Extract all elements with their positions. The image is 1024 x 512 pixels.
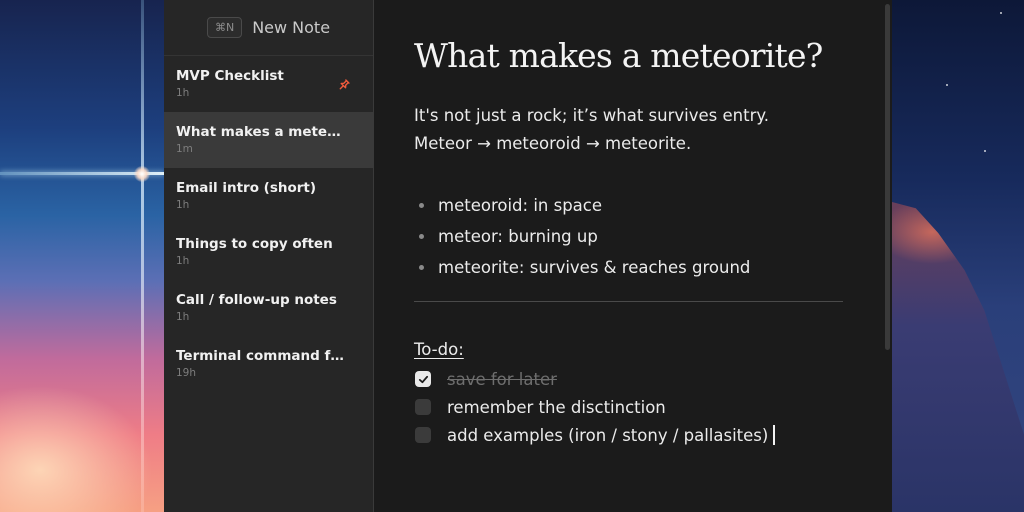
todo-checkbox[interactable]: [415, 371, 431, 388]
horizontal-divider: [414, 301, 843, 303]
note-list-item[interactable]: What makes a meteorite? 1m: [164, 112, 373, 168]
note-editor[interactable]: What makes a meteorite? It's not just a …: [374, 0, 892, 512]
editor-scrollbar[interactable]: [885, 4, 890, 350]
note-list-item-title: Things to copy often: [176, 236, 333, 252]
notes-app-window: ⌘N New Note MVP Checklist 1h What makes a …: [164, 0, 892, 512]
note-list-item-title: Call / follow-up notes: [176, 292, 337, 308]
wallpaper-mountain: [892, 202, 1024, 512]
pin-icon[interactable]: [337, 78, 351, 92]
todo-item: remember the disctinction: [414, 393, 852, 421]
todo-text[interactable]: save for later: [447, 370, 557, 389]
desktop-wallpaper-left: [0, 0, 165, 512]
bullet-item[interactable]: meteorite: survives & reaches ground: [414, 252, 852, 283]
note-list-item-title: Email intro (short): [176, 180, 317, 196]
todo-list: save for later remember the disctinction a…: [414, 365, 852, 449]
note-list-item-time: 1h: [176, 199, 190, 211]
note-list: MVP Checklist 1h What makes a meteorite? 1m…: [164, 56, 373, 392]
wallpaper-light-beam-vertical: [141, 0, 144, 512]
wallpaper-glow: [134, 166, 150, 182]
note-list-item-time: 1h: [176, 255, 190, 267]
text-cursor: [773, 425, 776, 446]
todo-item: save for later: [414, 365, 852, 393]
bullet-text: meteor: burning up: [438, 227, 598, 247]
todo-item: add examples (iron / stony / pallasites): [414, 421, 852, 449]
bullet-dot-icon: [419, 265, 424, 271]
note-list-item-time: 19h: [176, 367, 197, 379]
new-note-shortcut-badge: ⌘N: [206, 17, 243, 38]
wallpaper-star: [1000, 12, 1002, 14]
todo-checkbox[interactable]: [415, 399, 431, 416]
note-list-item[interactable]: Things to copy often 1h: [164, 224, 373, 280]
note-list-item[interactable]: Call / follow-up notes 1h: [164, 280, 373, 336]
new-note-button[interactable]: ⌘N New Note: [164, 0, 373, 56]
bullet-text: meteoroid: in space: [438, 196, 603, 216]
wallpaper-star: [946, 84, 948, 86]
note-title[interactable]: What makes a meteorite?: [414, 37, 852, 74]
bullet-dot-icon: [419, 203, 424, 209]
bullet-item[interactable]: meteoroid: in space: [414, 190, 852, 221]
todo-heading[interactable]: To-do:: [414, 340, 852, 359]
note-list-item-title: What makes a meteorite?: [176, 124, 348, 140]
bullet-item[interactable]: meteor: burning up: [414, 221, 852, 252]
todo-text[interactable]: remember the disctinction: [447, 398, 666, 417]
checkmark-icon: [418, 375, 428, 383]
note-list-item-time: 1h: [176, 311, 190, 323]
todo-text[interactable]: add examples (iron / stony / pallasites): [447, 426, 768, 445]
note-list-item-title: Terminal command for c...: [176, 348, 348, 364]
note-list-item[interactable]: MVP Checklist 1h: [164, 56, 373, 112]
note-paragraph[interactable]: Meteor → meteoroid → meteorite.: [414, 130, 852, 158]
bullet-list: meteoroid: in space meteor: burning up met…: [414, 190, 852, 283]
note-list-item-time: 1h: [176, 87, 190, 99]
note-list-item[interactable]: Terminal command for c... 19h: [164, 336, 373, 392]
note-list-item[interactable]: Email intro (short) 1h: [164, 168, 373, 224]
note-paragraph[interactable]: It's not just a rock; it’s what survives…: [414, 102, 852, 130]
bullet-text: meteorite: survives & reaches ground: [438, 258, 751, 278]
wallpaper-star: [984, 150, 986, 152]
desktop-wallpaper-right: [892, 0, 1024, 512]
new-note-label: New Note: [252, 18, 331, 37]
note-list-item-time: 1m: [176, 143, 193, 155]
sidebar: ⌘N New Note MVP Checklist 1h What makes a …: [164, 0, 374, 512]
todo-checkbox[interactable]: [415, 427, 431, 444]
note-list-item-title: MVP Checklist: [176, 68, 284, 84]
bullet-dot-icon: [419, 234, 424, 240]
